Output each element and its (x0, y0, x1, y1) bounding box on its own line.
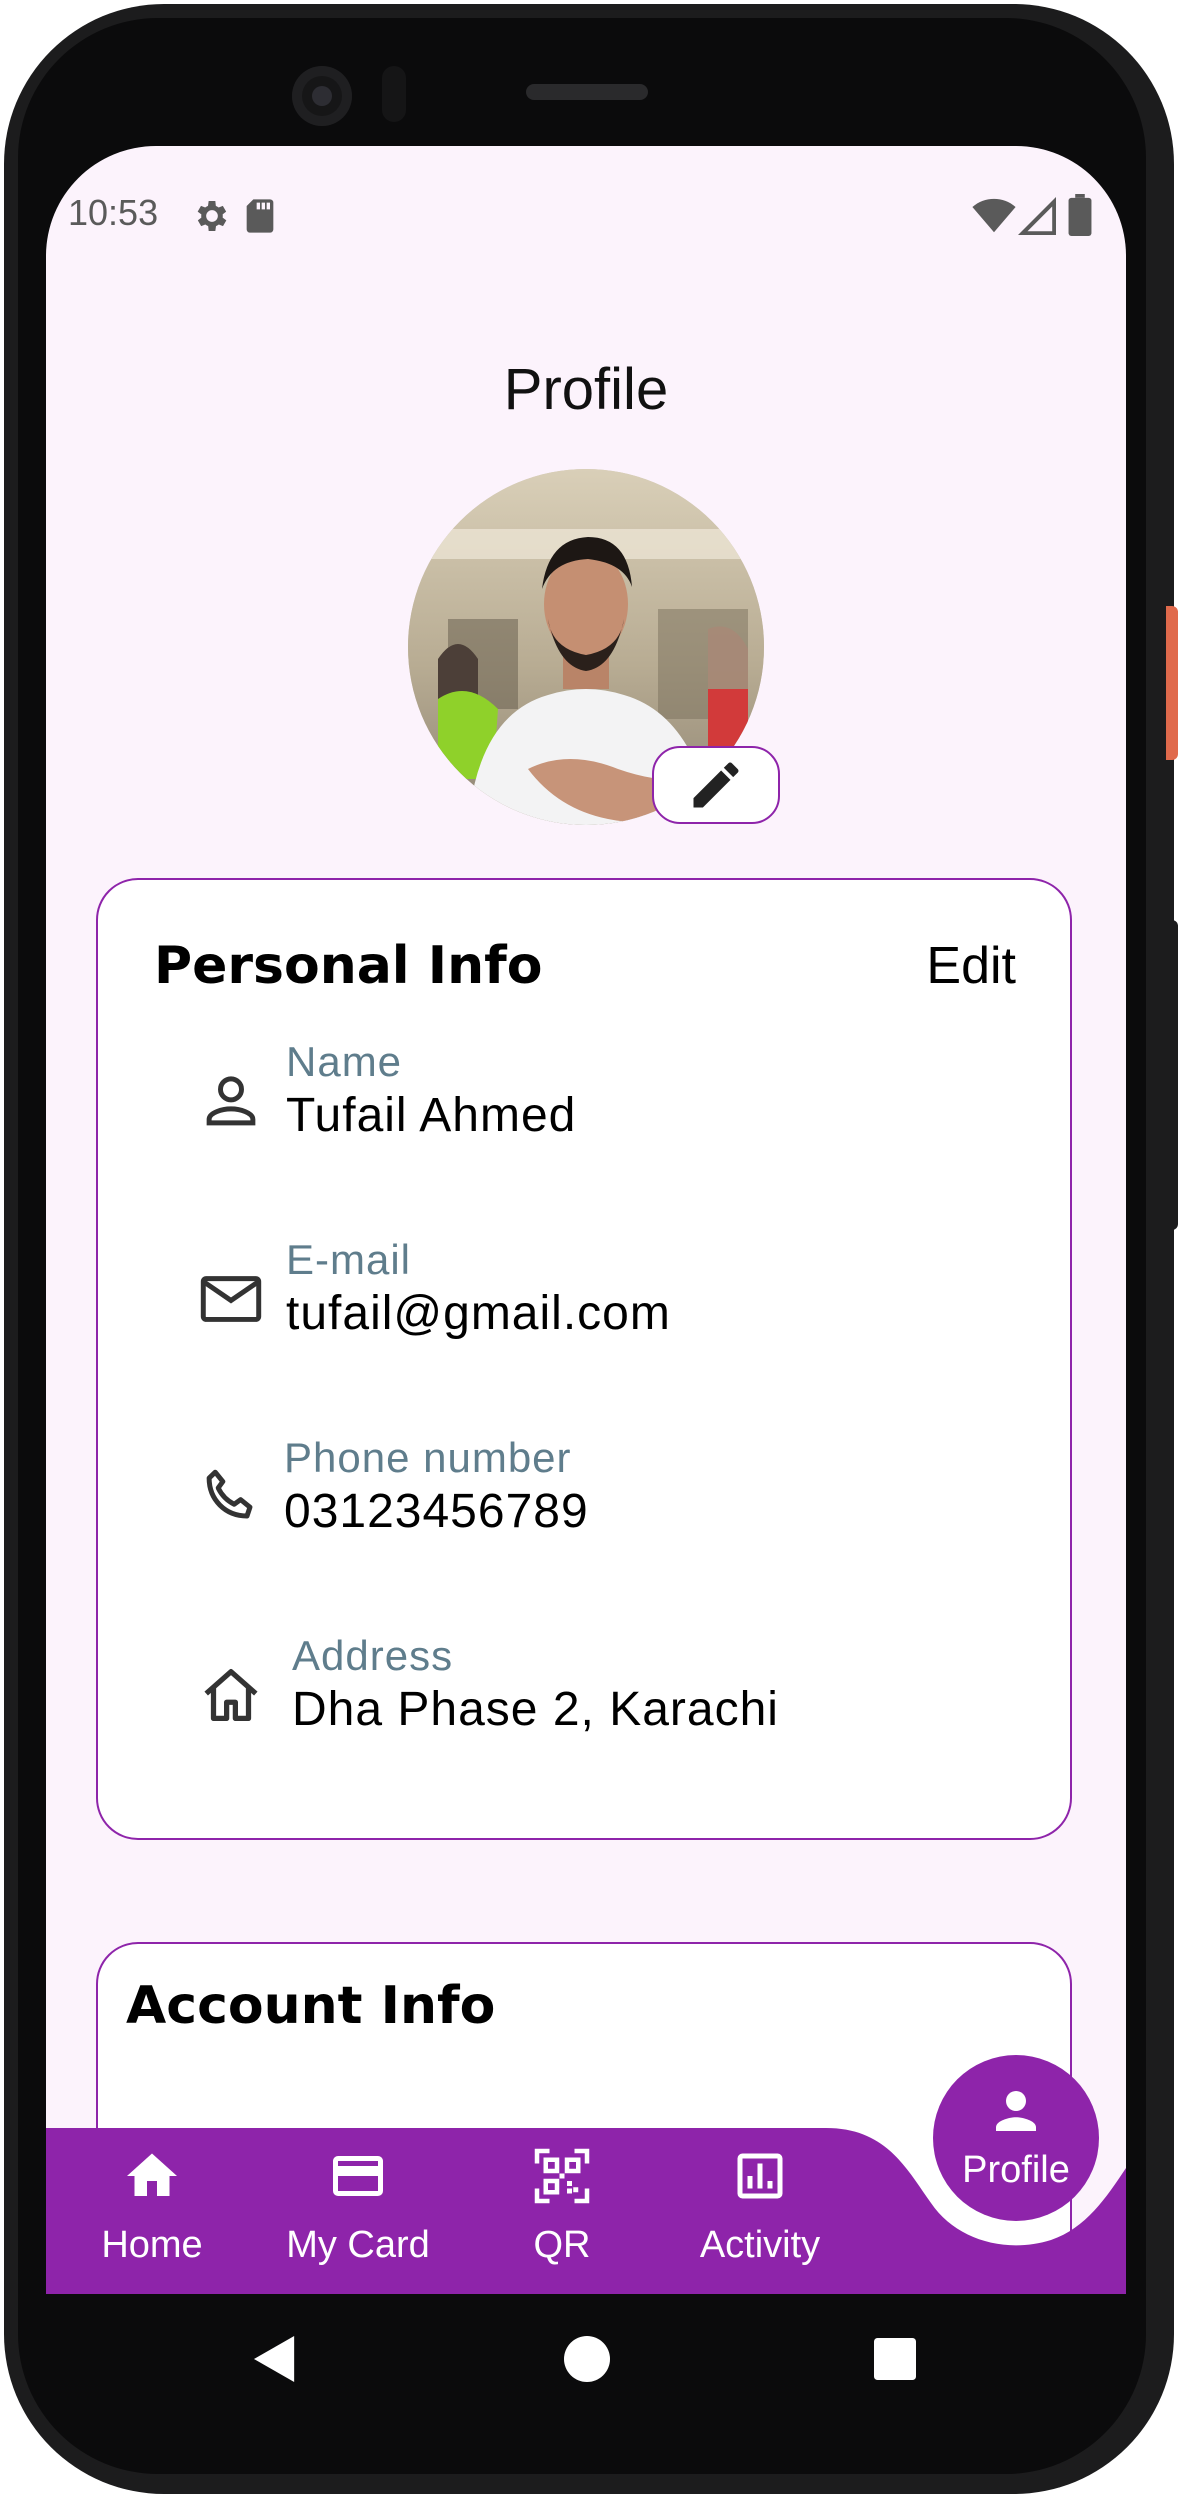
nav-activity[interactable]: Activity (680, 2128, 840, 2294)
name-value: Tufail Ahmed (286, 1089, 577, 1142)
person-icon (996, 2091, 1036, 2131)
nav-profile-label: Profile (962, 2149, 1070, 2191)
info-row-address: Address Dha Phase 2, Karachi (98, 1626, 1070, 1766)
power-button (1166, 606, 1178, 760)
email-value: tufail@gmail.com (286, 1287, 671, 1340)
home-circle-icon[interactable] (564, 2336, 610, 2382)
nav-home-label: Home (101, 2224, 203, 2266)
nav-my-card-label: My Card (286, 2224, 430, 2266)
proximity-sensor (382, 66, 406, 122)
nav-qr-label: QR (533, 2224, 591, 2266)
edit-avatar-button[interactable] (652, 746, 780, 824)
status-bar: 10:53 (46, 146, 1126, 276)
cell-signal-icon (1018, 197, 1056, 235)
info-row-email: E-mail tufail@gmail.com (98, 1230, 1070, 1370)
wifi-icon (972, 198, 1016, 233)
phone-icon (206, 1469, 253, 1519)
mail-outline-icon (200, 1276, 262, 1322)
battery-icon (1068, 194, 1092, 236)
edit-personal-info-button[interactable]: Edit (926, 936, 1016, 996)
account-info-title: Account Info (126, 1976, 496, 2036)
pencil-icon (693, 762, 739, 808)
front-camera-lens (312, 86, 332, 106)
name-label: Name (286, 1038, 403, 1085)
personal-info-card: Personal Info Edit Name Tufail Ahmed E-m… (96, 878, 1072, 1840)
email-label: E-mail (286, 1236, 412, 1283)
earpiece-speaker (526, 84, 648, 100)
back-triangle-icon[interactable] (252, 2334, 298, 2384)
address-value: Dha Phase 2, Karachi (292, 1683, 779, 1736)
credit-card-icon (333, 2156, 383, 2196)
recents-square-icon[interactable] (874, 2338, 916, 2380)
qr-code-icon (534, 2148, 590, 2204)
home-outline-icon (204, 1669, 258, 1721)
nav-activity-label: Activity (699, 2224, 821, 2266)
phone-label: Phone number (284, 1434, 572, 1481)
nav-my-card[interactable]: My Card (268, 2128, 448, 2294)
screen: 10:53 Profile Personal Info Edit Name Tu… (46, 146, 1126, 2294)
settings-gear-icon (197, 201, 227, 231)
info-row-phone: Phone number 03123456789 (98, 1428, 1070, 1568)
status-time: 10:53 (68, 192, 159, 233)
nav-home[interactable]: Home (82, 2128, 222, 2294)
system-navigation-bar (46, 2294, 1126, 2424)
phone-value: 03123456789 (284, 1485, 589, 1538)
volume-button (1166, 920, 1178, 1230)
nav-qr[interactable]: QR (512, 2128, 612, 2294)
page-title: Profile (503, 357, 669, 422)
person-outline-icon (206, 1076, 256, 1126)
info-row-name: Name Tufail Ahmed (98, 1032, 1070, 1172)
activity-chart-icon (737, 2153, 783, 2199)
personal-info-title: Personal Info (154, 936, 543, 996)
address-label: Address (292, 1632, 454, 1679)
nav-profile-selected[interactable]: Profile (933, 2055, 1099, 2221)
home-icon (127, 2153, 177, 2196)
sd-card-icon (246, 199, 274, 233)
